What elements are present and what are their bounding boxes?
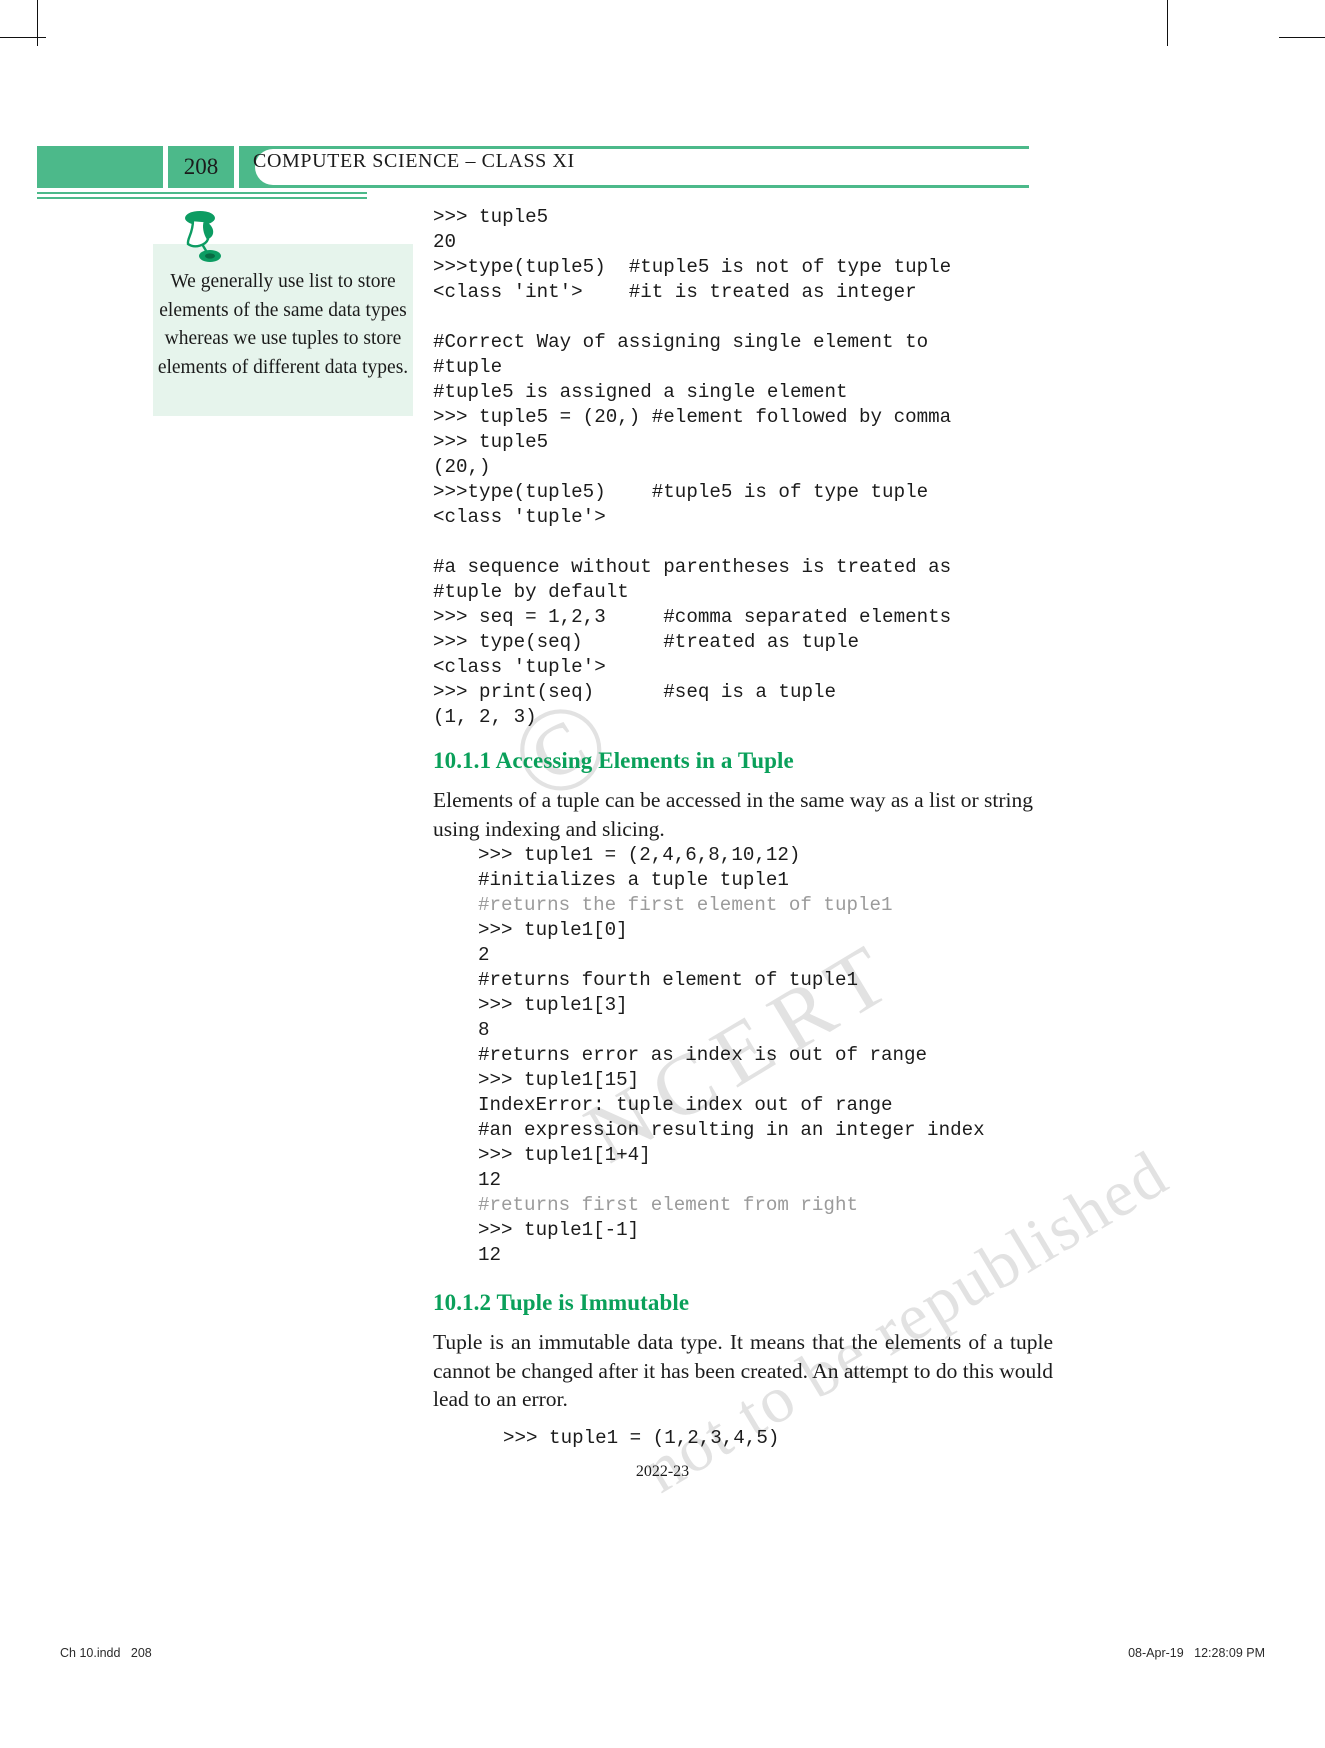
code-line: >>> tuple5 = (20,) #element followed by … [433,406,952,428]
code-line: >>> print(seq) #seq is a tuple [433,681,837,703]
footer-center: 2022-23 [635,1463,690,1480]
code-line: >>> tuple1[0] [478,919,628,942]
code-line: >>> tuple5 [433,431,549,453]
code-line: >>> tuple1[3] [478,994,628,1017]
code-line: #an expression resulting in an integer i… [478,1119,985,1142]
code-block-3: >>> tuple1 = (1,2,3,4,5) [433,1426,1053,1451]
code-line: #tuple5 is assigned a single element [433,381,848,403]
textbook-page: © NCERT not to be republished 208 COMPUT… [0,0,1325,1723]
section-heading-10-1-2: 10.1.2 Tuple is Immutable [433,1290,690,1316]
code-line: #tuple by default [433,581,629,603]
section-heading-10-1-1: 10.1.1 Accessing Elements in a Tuple [433,748,794,773]
section-paragraph-10-1-2: Tuple is an immutable data type. It mean… [433,1330,1053,1412]
code-line: 2 [478,944,490,967]
code-line: #returns the first element of tuple1 [478,894,893,917]
crop-mark-left-top [0,37,46,38]
pushpin-icon [185,211,221,262]
code-line: (1, 2, 3) [433,706,537,728]
code-line: #returns error as index is out of range [478,1044,928,1067]
page-number: 208 [183,154,219,179]
code-line: <class 'int'> #it is treated as integer [433,281,917,303]
header-title: COMPUTER SCIENCE – CLASS XI [253,150,575,173]
code-line: IndexError: tuple index out of range [478,1094,893,1117]
code-line: #a sequence without parentheses is treat… [433,556,952,578]
code-line: #returns first element from right [478,1194,858,1217]
header-bar-left [37,146,163,188]
header-rule-bottom [37,197,367,199]
header-title-text: COMPUTER SCIENCE – CLASS XI [253,150,575,172]
code-line: (20,) [433,456,491,478]
code-line: >>>type(tuple5) #tuple5 is not of type t… [433,256,952,278]
code-line: #tuple [433,356,503,378]
code-line: >>> tuple1[-1] [478,1219,640,1242]
code-line: 8 [478,1019,490,1042]
note-text: We generally use list to store elements … [157,271,409,378]
code-line: >>> type(seq) #treated as tuple [433,631,860,653]
code-line: >>> seq = 1,2,3 #comma separated element… [433,606,952,628]
code-line: >>> tuple1 = (2,4,6,8,10,12) [478,844,801,867]
code-line: #returns fourth element of tuple1 [478,969,858,992]
footer-timestamp: 08-Apr-19 12:28:09 PM [1128,1646,1265,1660]
code-line: >>> tuple1[15] [478,1069,640,1092]
content-column: >>> tuple5 20 >>>type(tuple5) #tuple5 is n… [433,205,1053,1451]
code-block-1-text: >>> tuple5 20 >>>type(tuple5) #tuple5 is n… [433,205,1053,730]
code-line: #Correct Way of assigning single element… [433,331,929,353]
code-line: <class 'tuple'> [433,656,606,678]
code-line: >>> tuple1[1+4] [478,1144,651,1167]
code-line: 12 [478,1169,502,1192]
code-block-1: >>> tuple5 20 >>>type(tuple5) #tuple5 is n… [433,205,1053,730]
code-block-2: >>> tuple1 = (2,4,6,8,10,12) #initializes… [433,843,1053,1268]
code-line: 20 [433,231,457,253]
code-line: 12 [478,1244,502,1267]
code-line: >>> tuple5 [433,206,549,228]
crop-mark-top-right [1167,0,1168,46]
footer-file-label: Ch 10.indd 208 [60,1646,152,1660]
code-line: >>> tuple1 = (1,2,3,4,5) [503,1426,780,1449]
header-rule-top [37,192,367,194]
crop-mark-top-left [37,0,38,46]
code-line: <class 'tuple'> [433,506,606,528]
code-line: >>>type(tuple5) #tuple5 is of type tuple [433,481,929,503]
crop-mark-right-top [1279,37,1325,38]
code-line: #initializes a tuple tuple1 [478,869,789,892]
section-paragraph-10-1-1: Elements of a tuple can be accessed in t… [433,788,1034,841]
